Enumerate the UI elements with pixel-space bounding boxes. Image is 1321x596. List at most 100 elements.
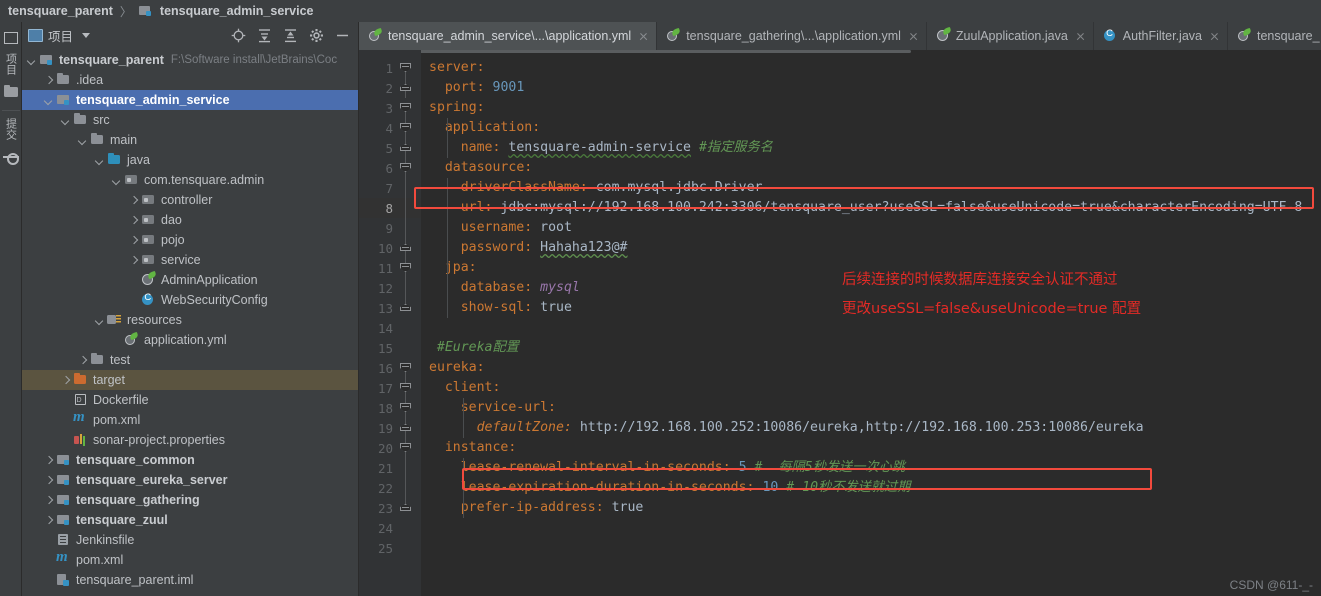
- tree-row-pojo[interactable]: pojo: [22, 230, 358, 250]
- fold-marker[interactable]: [393, 418, 421, 438]
- breadcrumb-root[interactable]: tensquare_parent: [8, 4, 113, 18]
- chevron-down-icon[interactable]: [60, 115, 71, 126]
- tree-row-test[interactable]: test: [22, 350, 358, 370]
- chevron-down-icon[interactable]: [94, 315, 105, 326]
- tree-row-java[interactable]: java: [22, 150, 358, 170]
- gutter-line: 7: [359, 178, 421, 198]
- fold-marker[interactable]: [393, 278, 421, 298]
- chevron-right-icon[interactable]: [60, 375, 71, 386]
- fold-marker[interactable]: [393, 338, 421, 358]
- fold-marker[interactable]: [393, 538, 421, 558]
- commit-icon[interactable]: [2, 149, 19, 165]
- fold-marker[interactable]: [393, 458, 421, 478]
- fold-marker[interactable]: [393, 178, 421, 198]
- chevron-down-icon[interactable]: [94, 155, 105, 166]
- chevron-right-icon[interactable]: [77, 355, 88, 366]
- fold-marker[interactable]: [393, 318, 421, 338]
- close-icon[interactable]: [638, 31, 649, 42]
- editor-tab-4[interactable]: tensquare_: [1228, 22, 1321, 50]
- collapse-all-icon[interactable]: [283, 28, 298, 43]
- tree-row-controller[interactable]: controller: [22, 190, 358, 210]
- code-editor[interactable]: 1 2 3 4 5 6 7 8 9 10 11 12 13 14 15 16 17 18 19 20 21 22 23 24 2…: [359, 50, 1321, 596]
- tree-row-jenkinsfile[interactable]: Jenkinsfile: [22, 530, 358, 550]
- tree-row-tensquare-common[interactable]: tensquare_common: [22, 450, 358, 470]
- fold-marker[interactable]: [393, 58, 421, 78]
- chevron-down-icon[interactable]: [82, 33, 91, 38]
- chevron-down-icon[interactable]: [77, 135, 88, 146]
- chevron-down-icon[interactable]: [111, 175, 122, 186]
- project-tree[interactable]: tensquare_parent F:\Software install\JetB…: [22, 49, 358, 596]
- chevron-right-icon[interactable]: [43, 75, 54, 86]
- close-icon[interactable]: [908, 31, 919, 42]
- fold-marker[interactable]: [393, 238, 421, 258]
- chevron-down-icon[interactable]: [43, 95, 54, 106]
- fold-marker[interactable]: [393, 138, 421, 158]
- chevron-down-icon[interactable]: [26, 55, 37, 66]
- tree-row-target[interactable]: target: [22, 370, 358, 390]
- folder-icon[interactable]: [3, 84, 19, 100]
- fold-marker[interactable]: [393, 158, 421, 178]
- chevron-right-icon[interactable]: [43, 455, 54, 466]
- tree-row-dockerfile[interactable]: Dockerfile: [22, 390, 358, 410]
- chevron-right-icon[interactable]: [128, 255, 139, 266]
- editor-tab-1[interactable]: tensquare_gathering\...\application.yml: [657, 22, 927, 50]
- chevron-right-icon[interactable]: [43, 495, 54, 506]
- fold-marker[interactable]: [393, 518, 421, 538]
- fold-marker[interactable]: [393, 498, 421, 518]
- tree-row-tensquare-zuul[interactable]: tensquare_zuul: [22, 510, 358, 530]
- fold-marker[interactable]: [393, 218, 421, 238]
- close-icon[interactable]: [1209, 31, 1220, 42]
- tree-row-pom-xml[interactable]: pom.xml: [22, 549, 358, 570]
- grid-icon[interactable]: [3, 32, 18, 44]
- editor-tab-3[interactable]: AuthFilter.java: [1094, 22, 1228, 50]
- tree-row-main[interactable]: main: [22, 130, 358, 150]
- expand-all-icon[interactable]: [257, 28, 272, 43]
- tree-row-service[interactable]: service: [22, 250, 358, 270]
- editor-tab-0[interactable]: tensquare_admin_service\...\application.…: [359, 22, 658, 50]
- fold-marker[interactable]: [393, 398, 421, 418]
- chevron-right-icon[interactable]: [128, 195, 139, 206]
- toolwindow-project-label[interactable]: 项目: [3, 50, 19, 78]
- chevron-right-icon[interactable]: [43, 515, 54, 526]
- tree-row-resources[interactable]: resources: [22, 310, 358, 330]
- tree-row-websecurityconfig[interactable]: WebSecurityConfig: [22, 290, 358, 310]
- close-icon[interactable]: [1075, 31, 1086, 42]
- tree-row-application-yml[interactable]: application.yml: [22, 330, 358, 350]
- target-icon: [73, 373, 89, 387]
- fold-marker[interactable]: [393, 438, 421, 458]
- editor-tab-2[interactable]: ZuulApplication.java: [927, 22, 1094, 50]
- fold-marker[interactable]: [393, 258, 421, 278]
- tree-row-tensquare-parent[interactable]: tensquare_parent F:\Software install\JetB…: [22, 50, 358, 70]
- tree-row-src[interactable]: src: [22, 110, 358, 130]
- minimize-icon[interactable]: [335, 28, 350, 43]
- tree-row--idea[interactable]: .idea: [22, 70, 358, 90]
- tree-row-com-tensquare-admin[interactable]: com.tensquare.admin: [22, 170, 358, 190]
- tree-item-label: AdminApplication: [161, 273, 258, 287]
- chevron-right-icon[interactable]: [43, 475, 54, 486]
- chevron-right-icon[interactable]: [128, 235, 139, 246]
- yml-icon: [368, 29, 383, 43]
- tree-row-tensquare-gathering[interactable]: tensquare_gathering: [22, 490, 358, 510]
- fold-marker[interactable]: [393, 98, 421, 118]
- editor-tabbar[interactable]: tensquare_admin_service\...\application.…: [359, 22, 1321, 50]
- locate-target-icon[interactable]: [231, 28, 246, 43]
- tree-row-tensquare-parent-iml[interactable]: tensquare_parent.iml: [22, 570, 358, 590]
- fold-marker[interactable]: [393, 118, 421, 138]
- fold-marker[interactable]: [393, 78, 421, 98]
- settings-gear-icon[interactable]: [309, 28, 324, 43]
- yaml-key: lease-renewal-interval-in-seconds:: [460, 460, 731, 475]
- tree-row-pom-xml[interactable]: pom.xml: [22, 409, 358, 430]
- fold-marker[interactable]: [393, 378, 421, 398]
- fold-marker[interactable]: [393, 198, 421, 218]
- tree-row-dao[interactable]: dao: [22, 210, 358, 230]
- fold-marker[interactable]: [393, 298, 421, 318]
- tree-row-tensquare-eureka-server[interactable]: tensquare_eureka_server: [22, 470, 358, 490]
- fold-marker[interactable]: [393, 358, 421, 378]
- breadcrumb-current[interactable]: tensquare_admin_service: [160, 4, 314, 18]
- fold-marker[interactable]: [393, 478, 421, 498]
- tree-row-adminapplication[interactable]: AdminApplication: [22, 270, 358, 290]
- chevron-right-icon[interactable]: [128, 215, 139, 226]
- toolwindow-commit-label[interactable]: 提交: [3, 115, 19, 143]
- tree-row-tensquare-admin-service[interactable]: tensquare_admin_service: [22, 90, 358, 110]
- tree-row-sonar-project-properties[interactable]: sonar-project.properties: [22, 430, 358, 450]
